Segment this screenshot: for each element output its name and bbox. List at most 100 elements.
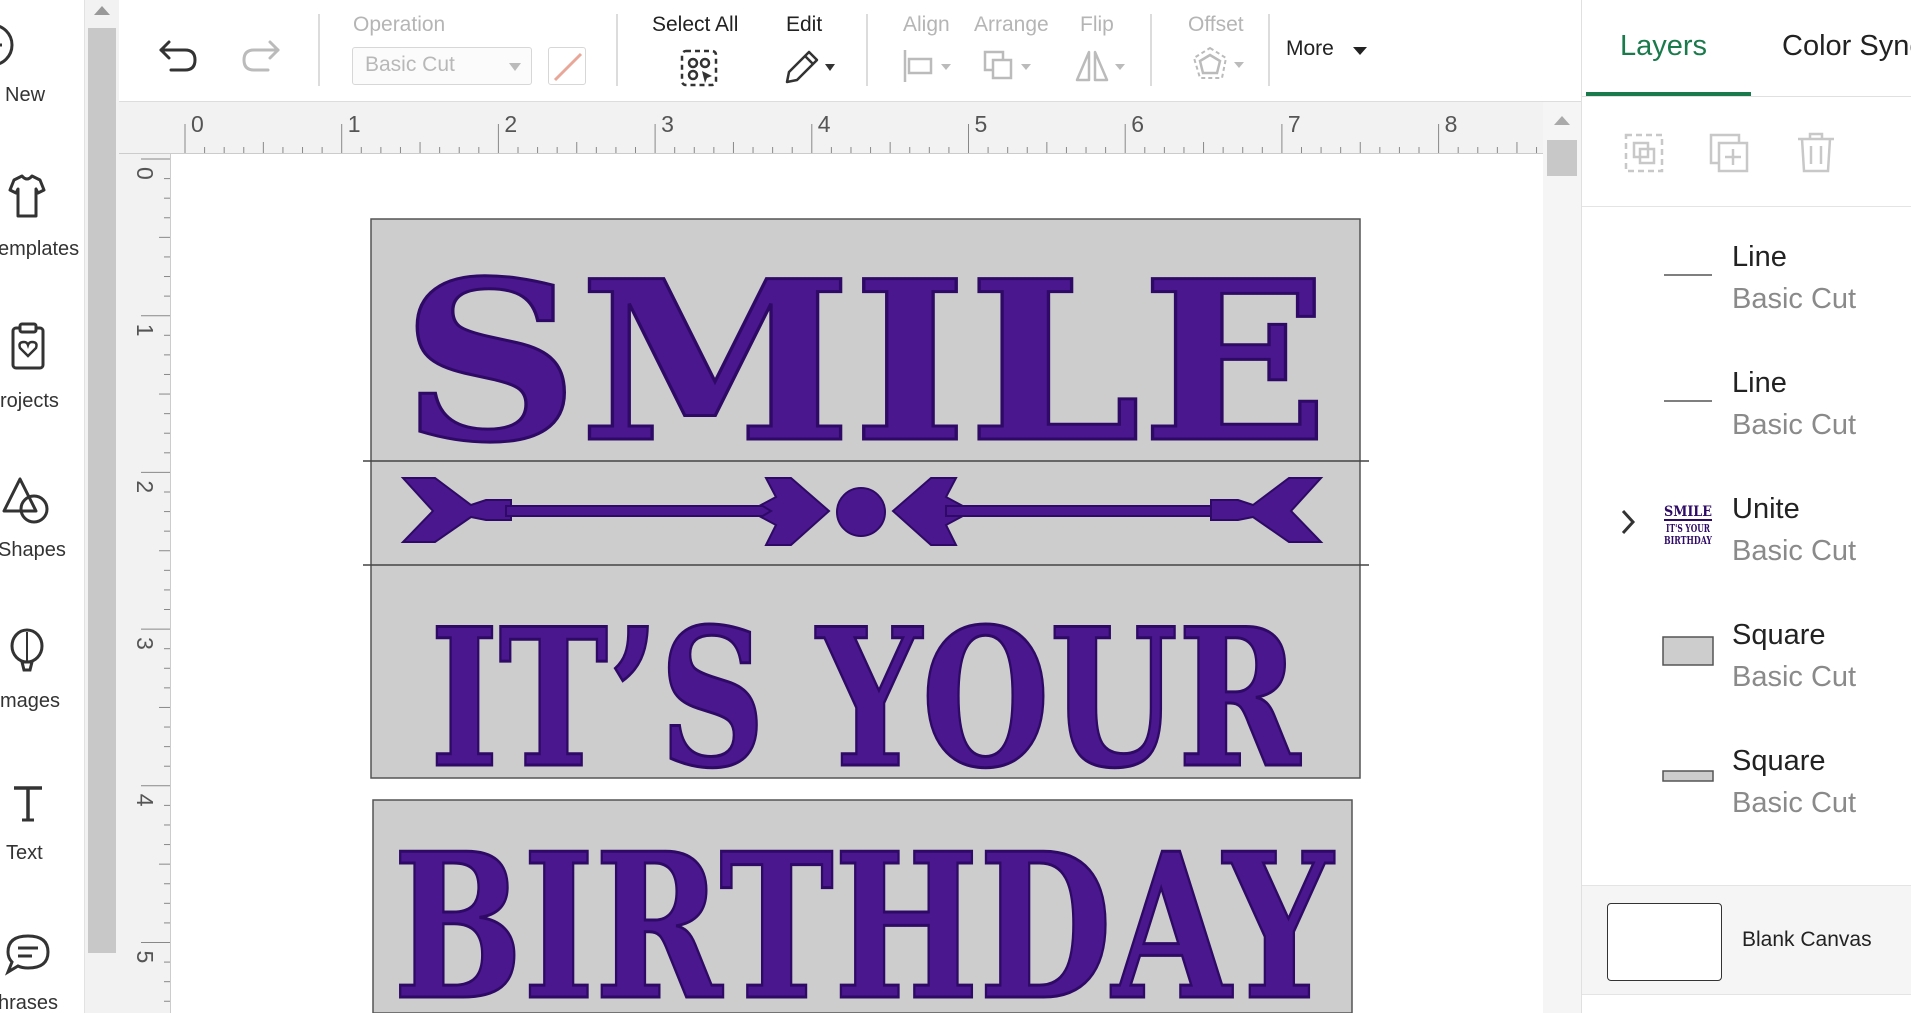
layer-name: Line xyxy=(1732,367,1787,399)
sidebar-item-new[interactable]: New xyxy=(0,22,84,106)
color-swatch[interactable] xyxy=(548,47,586,85)
more-menu-button[interactable]: More xyxy=(1286,37,1334,61)
ruler-number: 2 xyxy=(132,480,158,493)
sidebar-item-label: rojects xyxy=(0,390,59,412)
chevron-down-icon[interactable] xyxy=(1351,44,1371,58)
chevron-right-icon[interactable] xyxy=(1618,507,1638,537)
sidebar-item-templates[interactable]: emplates xyxy=(0,172,84,260)
ruler-number: 2 xyxy=(504,111,517,137)
ruler-number: 0 xyxy=(132,167,158,180)
design-text-birthday[interactable]: BIRTHDAY xyxy=(392,809,1337,1013)
operation-select[interactable]: Basic Cut xyxy=(352,47,532,85)
sidebar-item-shapes[interactable]: Shapes xyxy=(0,475,84,561)
arrange-label[interactable]: Arrange xyxy=(974,13,1049,37)
trash-icon[interactable] xyxy=(1794,131,1838,175)
thumb-text-smile: SMILE xyxy=(1664,504,1712,520)
sidebar-scrollbar[interactable] xyxy=(85,0,119,1013)
layer-row[interactable]: Square Basic Cut xyxy=(1582,603,1911,729)
design-text-smile[interactable]: SMILE xyxy=(400,231,1331,493)
ruler-number: 8 xyxy=(1445,111,1458,137)
design-text-its-your[interactable]: IT’S YOUR xyxy=(429,586,1304,812)
layer-operation: Basic Cut xyxy=(1732,409,1857,441)
layer-operation: Basic Cut xyxy=(1732,535,1857,567)
ruler-number: 7 xyxy=(1288,111,1301,137)
flip-label[interactable]: Flip xyxy=(1080,13,1114,37)
scroll-up-arrow-icon[interactable] xyxy=(1554,116,1570,125)
layer-operation: Basic Cut xyxy=(1732,283,1857,315)
offset-label[interactable]: Offset xyxy=(1188,13,1244,37)
align-icon[interactable] xyxy=(901,48,959,84)
align-label[interactable]: Align xyxy=(903,13,950,37)
design-canvas[interactable]: SMILE IT’S YOUR BIRTHDAY xyxy=(171,155,1543,1013)
group-icon[interactable] xyxy=(1622,131,1666,175)
layer-row[interactable]: SMILE IT'S YOUR BIRTHDAY Unite Basic Cut xyxy=(1582,477,1911,603)
top-toolbar: Operation Basic Cut Select All Edit Alig… xyxy=(119,0,1581,102)
left-sidebar: New emplates rojects Shapes mages Text h… xyxy=(0,0,85,1013)
no-color-slash-icon xyxy=(553,52,583,82)
sidebar-item-text[interactable]: Text xyxy=(0,780,84,864)
ruler-number: 1 xyxy=(132,324,158,337)
layer-row[interactable]: Line Basic Cut xyxy=(1582,225,1911,351)
scrollbar-thumb[interactable] xyxy=(88,28,116,953)
layer-row[interactable]: Square Basic Cut xyxy=(1582,729,1911,855)
sidebar-item-label: New xyxy=(5,84,46,106)
layer-name: Square xyxy=(1732,745,1826,777)
redo-icon[interactable] xyxy=(236,34,284,74)
toolbar-divider xyxy=(1150,14,1152,86)
square-thumbnail xyxy=(1662,636,1714,666)
blank-canvas-row[interactable]: Blank Canvas xyxy=(1582,885,1911,995)
sidebar-item-label: hrases xyxy=(0,992,59,1013)
ruler-top: 0 1 2 3 4 5 6 7 8 xyxy=(119,102,1543,154)
chevron-down-icon xyxy=(509,63,521,71)
scroll-up-arrow-icon[interactable] xyxy=(94,6,110,15)
layer-name: Line xyxy=(1732,241,1787,273)
sidebar-item-label: Shapes xyxy=(0,539,66,561)
tshirt-icon xyxy=(8,174,46,218)
layer-name: Unite xyxy=(1732,493,1800,525)
edit-label[interactable]: Edit xyxy=(786,13,822,37)
sidebar-item-label: emplates xyxy=(0,238,80,260)
layer-name: Square xyxy=(1732,619,1826,651)
thumb-text-birthday: BIRTHDAY xyxy=(1664,534,1712,546)
toolbar-divider xyxy=(866,14,868,86)
sidebar-item-label: mages xyxy=(0,690,61,712)
undo-icon[interactable] xyxy=(155,34,203,74)
canvas-scrollbar[interactable] xyxy=(1543,102,1581,1013)
line-thumbnail xyxy=(1664,400,1712,402)
scrollbar-thumb[interactable] xyxy=(1547,140,1577,176)
plus-circle-icon xyxy=(0,25,14,65)
sidebar-item-projects[interactable]: rojects xyxy=(0,322,84,412)
ruler-number: 4 xyxy=(132,794,158,807)
ruler-number: 1 xyxy=(348,111,361,137)
sidebar-item-label: Text xyxy=(6,842,43,864)
offset-icon[interactable] xyxy=(1192,46,1252,86)
line-thumbnail xyxy=(1664,274,1712,276)
blank-canvas-swatch[interactable] xyxy=(1607,903,1722,981)
square-thumbnail xyxy=(1662,770,1714,782)
ruler-number: 4 xyxy=(818,111,831,137)
tab-color-sync[interactable]: Color Sync xyxy=(1782,30,1911,63)
layer-row[interactable]: Line Basic Cut xyxy=(1582,351,1911,477)
select-all-label[interactable]: Select All xyxy=(652,13,738,37)
ruler-number: 5 xyxy=(132,951,158,964)
sidebar-item-images[interactable]: mages xyxy=(0,628,84,712)
layer-tools xyxy=(1582,97,1911,207)
ruler-left: 0 1 2 3 4 5 xyxy=(119,154,171,1013)
clipboard-heart-icon xyxy=(11,322,45,370)
layer-operation: Basic Cut xyxy=(1732,661,1857,693)
sidebar-item-phrases[interactable]: hrases xyxy=(0,930,84,1013)
ruler-number: 3 xyxy=(661,111,674,137)
toolbar-divider xyxy=(318,14,320,86)
text-t-icon xyxy=(14,786,42,822)
arrange-icon[interactable] xyxy=(981,48,1041,84)
lightbulb-balloon-icon xyxy=(10,628,44,672)
design-artwork[interactable]: SMILE IT’S YOUR BIRTHDAY xyxy=(171,155,1543,1013)
tab-layers[interactable]: Layers xyxy=(1620,30,1707,63)
layer-operation: Basic Cut xyxy=(1732,787,1857,819)
edit-pencil-icon[interactable] xyxy=(779,46,839,86)
select-all-icon[interactable] xyxy=(679,48,719,88)
blank-canvas-label: Blank Canvas xyxy=(1742,928,1872,951)
duplicate-icon[interactable] xyxy=(1707,131,1751,175)
flip-icon[interactable] xyxy=(1073,48,1133,84)
unite-thumbnail: SMILE IT'S YOUR BIRTHDAY xyxy=(1664,504,1712,546)
